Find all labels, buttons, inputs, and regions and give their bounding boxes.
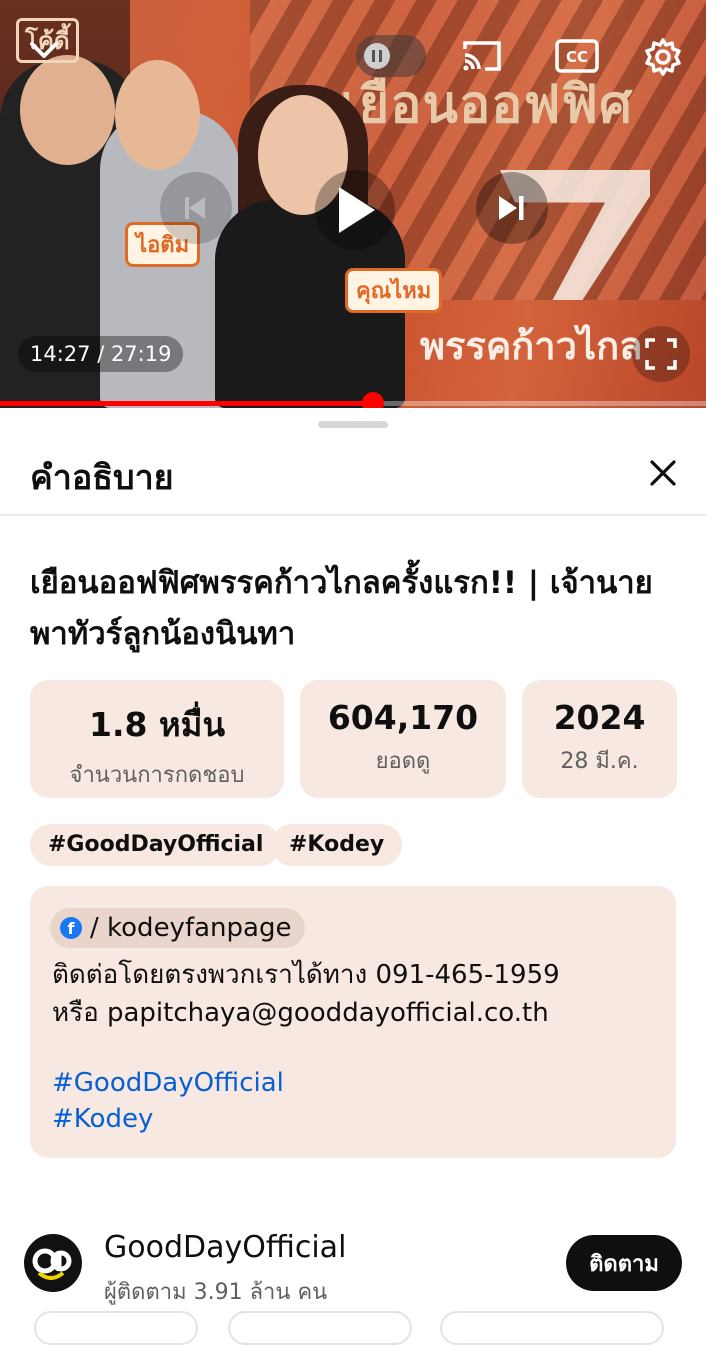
avatar[interactable] (24, 1234, 82, 1292)
play-icon[interactable] (315, 170, 395, 250)
next-icon[interactable] (476, 172, 548, 244)
panel-title: คำอธิบาย (30, 458, 174, 498)
likes-value: 1.8 หมื่น (88, 705, 225, 744)
likes-label: จำนวนการกดชอบ (69, 763, 245, 788)
description-box[interactable]: f / kodeyfanpage ติดต่อโดยตรงพวกเราได้ทา… (30, 886, 676, 1158)
year-value: 2024 (553, 698, 646, 737)
hashtag-chip-kodey[interactable]: #Kodey (271, 824, 403, 866)
scrubber-handle[interactable] (361, 392, 384, 408)
pause-icon (364, 43, 390, 69)
video-player[interactable]: เยือนออฟฟิศ พรรคก้าวไกล ไอติม คุณไหม โค้… (0, 0, 706, 408)
contact-line: ติดต่อโดยตรงพวกเราได้ทาง 091-465-1959 (52, 960, 560, 990)
svg-text:CC: CC (566, 48, 588, 66)
playback-time: 14:27 / 27:19 (18, 336, 184, 372)
autoplay-toggle[interactable] (356, 35, 426, 77)
date-label: 28 มี.ค. (560, 749, 639, 774)
previous-icon[interactable] (160, 172, 232, 244)
progress-fill (0, 401, 373, 406)
facebook-icon: f (60, 917, 82, 939)
subscribe-button[interactable]: ติดตาม (566, 1235, 682, 1291)
hashtag-link-gooddayofficial[interactable]: #GoodDayOfficial (52, 1068, 284, 1098)
channel-action-pill[interactable] (34, 1311, 198, 1345)
channel-action-pill[interactable] (228, 1311, 412, 1345)
divider (0, 514, 706, 516)
fullscreen-icon[interactable] (632, 326, 690, 382)
date-stat: 2024 28 มี.ค. (522, 680, 677, 798)
video-overlay-party: พรรคก้าวไกล (420, 324, 643, 368)
description-panel: คำอธิบาย เยือนออฟฟิศพรรคก้าวไกลครั้งแรก!… (0, 408, 706, 1345)
channel-action-pill[interactable] (440, 1311, 664, 1345)
settings-gear-icon[interactable] (640, 34, 686, 80)
facebook-link[interactable]: f / kodeyfanpage (50, 908, 306, 948)
drag-handle[interactable] (318, 421, 388, 428)
facebook-link-text: / kodeyfanpage (90, 913, 292, 943)
likes-stat: 1.8 หมื่น จำนวนการกดชอบ (30, 680, 284, 798)
video-title: เยือนออฟฟิศพรรคก้าวไกลครั้งแรก!! | เจ้าน… (30, 565, 653, 652)
channel-name[interactable]: GoodDayOfficial (104, 1230, 346, 1265)
progress-bar[interactable] (0, 392, 706, 408)
hashtag-link-kodey[interactable]: #Kodey (52, 1104, 153, 1134)
name-tag-right: คุณไหม (345, 268, 443, 313)
subscriber-count: ผู้ติดตาม 3.91 ล้าน คน (104, 1280, 328, 1305)
email-line: หรือ papitchaya@gooddayofficial.co.th (52, 998, 549, 1028)
hashtag-chip-gooddayofficial[interactable]: #GoodDayOfficial (30, 824, 282, 866)
views-stat: 604,170 ยอดดู (300, 680, 506, 798)
cast-icon[interactable] (458, 34, 506, 78)
close-icon[interactable] (640, 450, 686, 496)
chevron-down-icon[interactable] (22, 28, 66, 72)
cc-icon[interactable]: CC (552, 34, 602, 78)
views-value: 604,170 (327, 698, 479, 737)
views-label: ยอดดู (375, 749, 431, 774)
channel-row[interactable]: GoodDayOfficial ผู้ติดตาม 3.91 ล้าน คน ต… (0, 1220, 706, 1310)
